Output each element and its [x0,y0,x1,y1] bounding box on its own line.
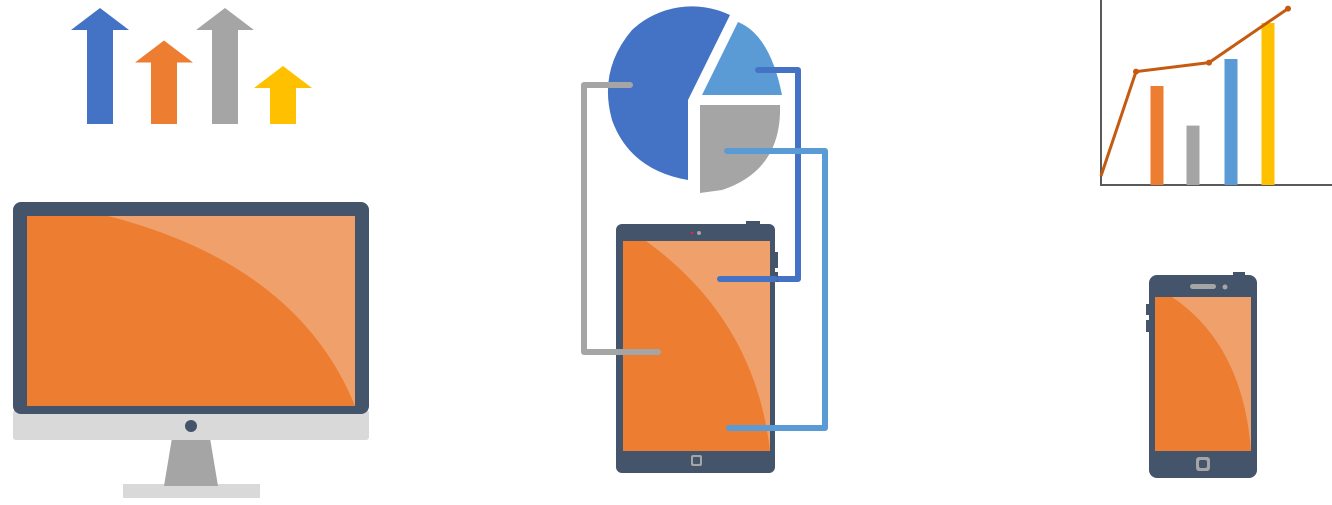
phone-speaker [1190,284,1216,289]
monitor-power-dot [185,420,197,432]
devices-illustration [0,0,1332,505]
desktop-monitor-icon [13,202,369,498]
chart-bar-1 [1150,86,1164,185]
chart-bar-3 [1224,59,1238,185]
phone-home-button-inner [1199,460,1207,468]
illustration-svg [13,0,1332,498]
monitor-neck [164,438,218,486]
growth-arrows-icon [71,8,312,125]
pie-chart-icon [607,6,782,193]
growth-arrow-blue [71,8,129,124]
chart-line-point-3 [1206,59,1212,66]
tablet-led [690,231,694,235]
smartphone-icon [1146,272,1257,478]
tablet-home-button-inner [693,457,700,464]
chart-line-point-2 [1133,68,1139,75]
tablet-icon [616,221,778,473]
growth-arrow-gray [196,8,254,124]
growth-arrow-orange [135,40,193,125]
chart-bar-4 [1261,23,1275,185]
chart-bar-2 [1186,125,1200,185]
combo-chart-icon [1099,0,1332,186]
tablet-camera [697,231,701,235]
monitor-base [123,484,260,498]
growth-arrow-yellow [254,66,312,124]
chart-axes [1100,0,1332,186]
phone-camera [1222,284,1228,290]
chart-line-point-4 [1285,5,1291,12]
